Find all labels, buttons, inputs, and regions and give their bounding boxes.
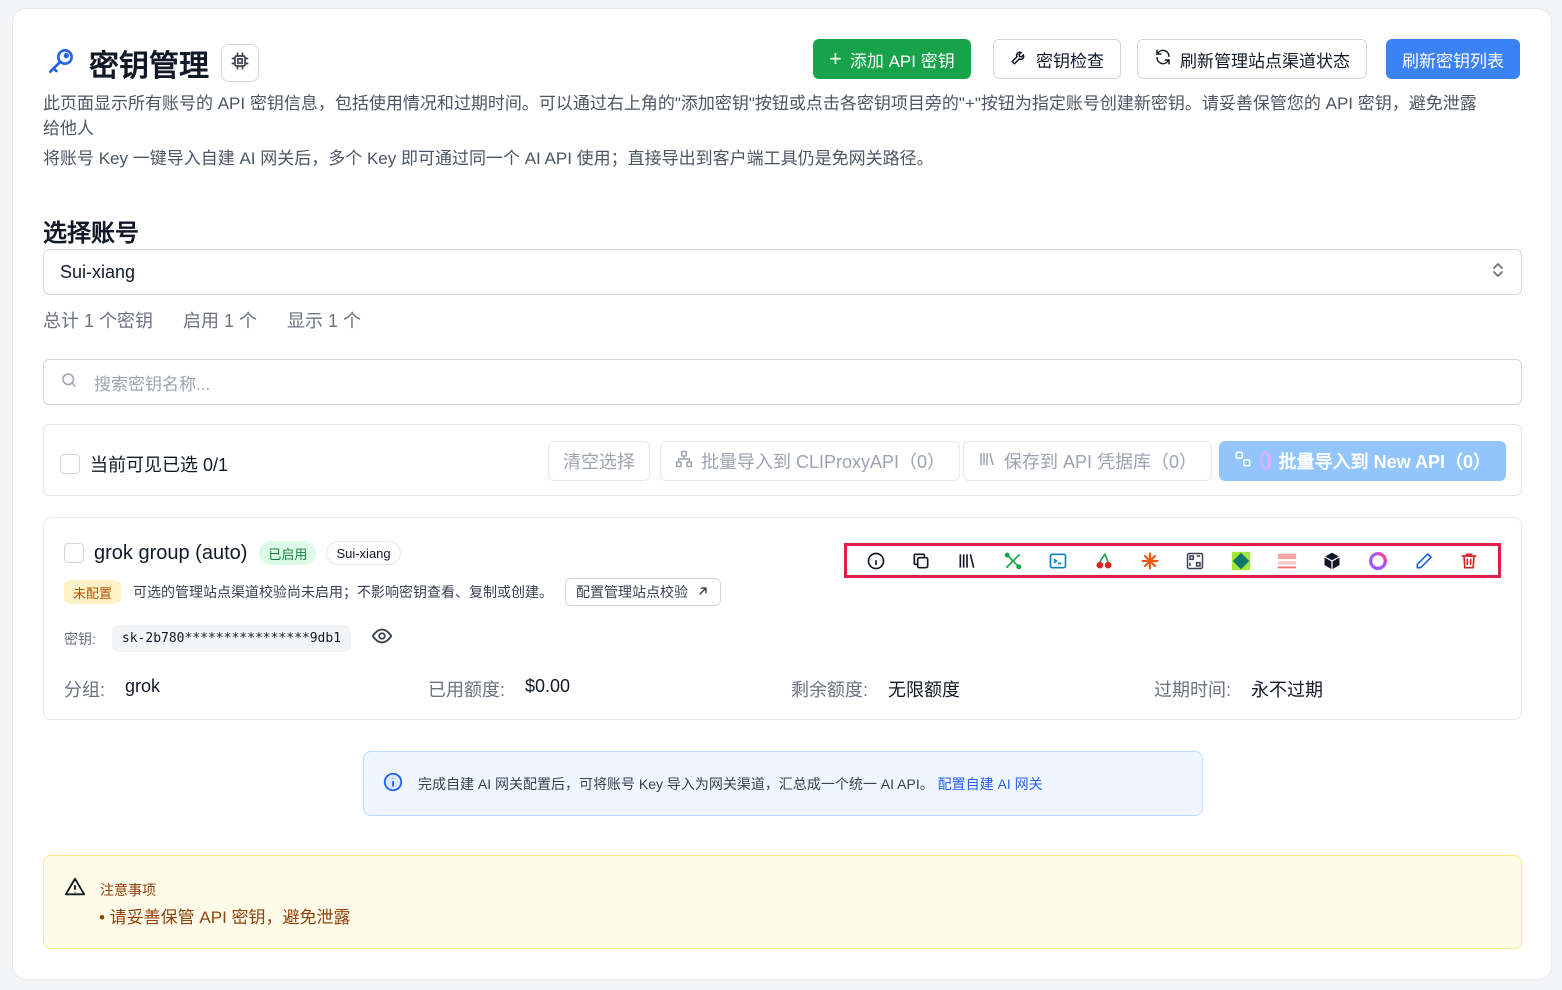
key-check-label: 密钥检查 bbox=[1036, 51, 1104, 71]
expire-label: 过期时间: bbox=[1154, 680, 1232, 700]
refresh-icon bbox=[1154, 48, 1172, 71]
refresh-channels-button[interactable]: 刷新管理站点渠道状态 bbox=[1137, 39, 1367, 79]
info-circle-icon bbox=[382, 771, 404, 796]
gateway-info-box: 完成自建 AI 网关配置后，可将账号 Key 导入为网关渠道，汇总成一个统一 A… bbox=[363, 751, 1203, 816]
ring-logo-icon[interactable] bbox=[1367, 550, 1389, 572]
group-label: 分组: bbox=[64, 680, 106, 700]
key-label: 密钥: bbox=[64, 630, 96, 647]
key-card: grok group (auto) 已启用 Sui-xiang 未配置 可选的管… bbox=[43, 517, 1522, 720]
cube-icon[interactable] bbox=[1321, 550, 1343, 572]
stat-enabled: 启用 1 个 bbox=[183, 311, 258, 331]
plus-icon: + bbox=[829, 46, 842, 71]
import-cliproxy-button[interactable]: 批量导入到 CLIProxyAPI（0） bbox=[660, 441, 961, 481]
field-expire: 过期时间: 永不过期 bbox=[1154, 676, 1323, 702]
wrench-icon bbox=[1010, 48, 1028, 71]
refresh-key-list-label: 刷新密钥列表 bbox=[1402, 51, 1504, 71]
library-icon bbox=[978, 450, 996, 473]
import-cliproxy-label: 批量导入到 CLIProxyAPI（0） bbox=[701, 452, 946, 472]
import-newapi-label: 批量导入到 New API（0） bbox=[1278, 452, 1491, 472]
search-placeholder: 搜索密钥名称... bbox=[94, 374, 211, 394]
sparkle-icon[interactable] bbox=[1139, 550, 1161, 572]
key-name: grok group (auto) bbox=[94, 541, 248, 564]
network-icon bbox=[675, 450, 693, 473]
config-validation-label: 配置管理站点校验 bbox=[576, 584, 689, 600]
key-check-button[interactable]: 密钥检查 bbox=[993, 39, 1121, 79]
group-value: grok bbox=[125, 676, 161, 696]
delete-icon[interactable] bbox=[1458, 550, 1480, 572]
info-icon[interactable] bbox=[865, 550, 887, 572]
warning-triangle-icon bbox=[64, 876, 86, 903]
section-title-account: 选择账号 bbox=[43, 220, 139, 247]
expire-value: 永不过期 bbox=[1251, 680, 1324, 700]
refresh-channels-label: 刷新管理站点渠道状态 bbox=[1180, 51, 1350, 71]
unconfigured-badge: 未配置 bbox=[64, 580, 122, 604]
account-select[interactable]: Sui-xiang bbox=[43, 249, 1522, 295]
cherry-icon[interactable] bbox=[1093, 550, 1115, 572]
used-value: $0.00 bbox=[525, 676, 571, 696]
save-vault-button[interactable]: 保存到 API 凭据库（0） bbox=[963, 441, 1213, 481]
key-value: sk-2b780****************9db1 bbox=[111, 625, 352, 652]
edit-icon[interactable] bbox=[1413, 550, 1435, 572]
page-title: 密钥管理 bbox=[89, 50, 209, 83]
key-icon bbox=[45, 45, 77, 82]
tools-icon[interactable] bbox=[1002, 550, 1024, 572]
import-newapi-button[interactable]: 批量导入到 New API（0） bbox=[1219, 441, 1506, 481]
chip-button[interactable] bbox=[221, 44, 259, 82]
search-input[interactable]: 搜索密钥名称... bbox=[43, 359, 1522, 405]
description-line-1: 此页面显示所有账号的 API 密钥信息，包括使用情况和过期时间。可以通过右上角的… bbox=[43, 94, 1477, 113]
search-icon bbox=[60, 371, 78, 394]
eye-icon[interactable] bbox=[371, 625, 393, 652]
refresh-key-list-button[interactable]: 刷新密钥列表 bbox=[1386, 39, 1520, 79]
add-api-key-label: 添加 API 密钥 bbox=[849, 51, 955, 71]
diamond-logo-icon[interactable] bbox=[1230, 550, 1252, 572]
save-vault-label: 保存到 API 凭据库（0） bbox=[1004, 452, 1198, 472]
description-line-1b: 给他人 bbox=[43, 119, 94, 138]
field-used: 已用额度: $0.00 bbox=[428, 676, 570, 702]
config-validation-link[interactable]: 配置管理站点校验 bbox=[565, 578, 722, 606]
qr-code-icon[interactable] bbox=[1184, 550, 1206, 572]
clear-selection-button[interactable]: 清空选择 bbox=[548, 441, 650, 481]
newapi-logo-icon bbox=[1260, 451, 1271, 471]
select-all-checkbox[interactable] bbox=[60, 454, 80, 474]
brand-logo-icon[interactable] bbox=[1276, 550, 1298, 572]
link-icon bbox=[1234, 450, 1252, 473]
used-label: 已用额度: bbox=[428, 680, 506, 700]
library-icon[interactable] bbox=[956, 550, 978, 572]
clear-selection-label: 清空选择 bbox=[563, 452, 635, 472]
external-arrow-icon bbox=[696, 584, 710, 601]
field-remaining: 剩余额度: 无限额度 bbox=[791, 676, 960, 702]
warning-box: 注意事项 • 请妥善保管 API 密钥，避免泄露 bbox=[43, 855, 1522, 949]
unconfigured-note: 可选的管理站点渠道校验尚未启用；不影响密钥查看、复制或创建。 bbox=[133, 584, 554, 600]
key-stats: 总计 1 个密钥 启用 1 个 显示 1 个 bbox=[43, 307, 361, 333]
copy-icon[interactable] bbox=[910, 550, 932, 572]
stat-shown: 显示 1 个 bbox=[287, 311, 362, 331]
key-checkbox[interactable] bbox=[64, 543, 84, 563]
warning-item: • 请妥善保管 API 密钥，避免泄露 bbox=[99, 908, 351, 927]
chip-icon bbox=[230, 51, 250, 76]
field-group: 分组: grok bbox=[64, 676, 160, 702]
bulk-toolbar: 当前可见已选 0/1 清空选择 批量导入到 CLIProxyAPI（0） 保存到… bbox=[43, 424, 1522, 496]
status-badge: 已启用 bbox=[259, 541, 317, 565]
page-header: 密钥管理 bbox=[45, 41, 259, 85]
chevron-up-down-icon bbox=[1491, 261, 1505, 284]
gateway-config-link[interactable]: 配置自建 AI 网关 bbox=[938, 776, 1043, 792]
description-line-2: 将账号 Key 一键导入自建 AI 网关后，多个 Key 即可通过同一个 AI … bbox=[43, 149, 934, 168]
key-actions-toolbar bbox=[844, 543, 1501, 578]
stat-total: 总计 1 个密钥 bbox=[43, 311, 154, 331]
account-badge: Sui-xiang bbox=[326, 541, 401, 565]
warning-title: 注意事项 bbox=[100, 881, 156, 898]
selected-count-label: 当前可见已选 0/1 bbox=[90, 455, 229, 475]
gateway-info-text: 完成自建 AI 网关配置后，可将账号 Key 导入为网关渠道，汇总成一个统一 A… bbox=[418, 775, 934, 792]
terminal-icon[interactable] bbox=[1047, 550, 1069, 572]
remaining-value: 无限额度 bbox=[888, 680, 961, 700]
remaining-label: 剩余额度: bbox=[791, 680, 869, 700]
key-management-card: 密钥管理 + 添加 API 密钥 密钥检查 刷新管理站点渠道状态 刷新密钥列表 … bbox=[12, 8, 1552, 980]
account-select-value: Sui-xiang bbox=[60, 261, 136, 282]
add-api-key-button[interactable]: + 添加 API 密钥 bbox=[813, 39, 971, 79]
